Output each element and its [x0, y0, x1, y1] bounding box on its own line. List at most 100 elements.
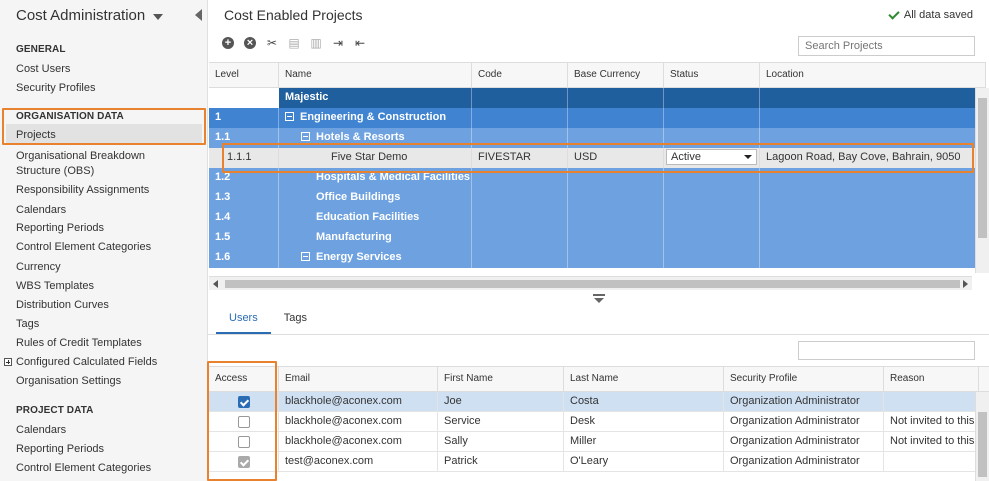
column-header-base-currency[interactable]: Base Currency [568, 63, 664, 87]
level-cell: 1.6 [209, 248, 279, 268]
level-cell: 1.3 [209, 188, 279, 208]
sidebar-item-currency[interactable]: Currency [16, 261, 61, 273]
level-cell: 1.1.1 [209, 148, 279, 168]
app-switcher[interactable]: Cost Administration [16, 7, 164, 24]
name-cell: Manufacturing [279, 228, 472, 248]
pane-splitter-icon[interactable] [593, 294, 605, 304]
sidebar-item-projects[interactable]: Projects [6, 124, 202, 144]
column-header-last-name[interactable]: Last Name [564, 367, 724, 391]
save-status-text: All data saved [903, 9, 973, 21]
name-cell: Education Facilities [279, 208, 472, 228]
table-row[interactable]: Majestic [209, 88, 986, 108]
currency-cell [568, 88, 664, 108]
name-cell: Five Star Demo [279, 148, 472, 168]
table-row[interactable]: 1 Engineering & Construction [209, 108, 986, 128]
table-row[interactable]: 1.2 Hospitals & Medical Facilities [209, 168, 986, 188]
scroll-thumb[interactable] [225, 280, 960, 288]
section-heading-project-data: PROJECT DATA [16, 405, 94, 416]
table-row[interactable]: blackhole@aconex.com Joe Costa Organizat… [209, 392, 989, 412]
scroll-thumb[interactable] [978, 98, 987, 238]
sidebar-item-distribution-curves[interactable]: Distribution Curves [16, 299, 109, 311]
toolbar: + × ✂ ▤ ▥ ⇥ ⇤ [222, 37, 366, 49]
column-header-email[interactable]: Email [279, 367, 438, 391]
column-header-code[interactable]: Code [472, 63, 568, 87]
email-cell: blackhole@aconex.com [279, 412, 438, 431]
access-checkbox[interactable] [237, 416, 250, 428]
collapse-icon[interactable] [301, 252, 310, 261]
table-row[interactable]: 1.3 Office Buildings [209, 188, 986, 208]
indent-icon[interactable]: ⇥ [332, 37, 344, 49]
users-vertical-scrollbar[interactable] [975, 392, 989, 481]
table-row[interactable]: 1.6 Energy Services [209, 248, 986, 268]
name-text: Hotels & Resorts [316, 131, 405, 143]
sidebar-item-security-profiles[interactable]: Security Profiles [16, 82, 95, 94]
sidebar-item-wbs-templates[interactable]: WBS Templates [16, 280, 94, 292]
main-panel: Cost Enabled Projects All data saved + ×… [208, 0, 989, 481]
projects-horizontal-scrollbar[interactable] [209, 276, 972, 290]
remove-icon[interactable]: × [244, 37, 256, 49]
users-grid: Access Email First Name Last Name Securi… [209, 366, 989, 472]
table-row[interactable]: 1.1 Hotels & Resorts [209, 128, 986, 148]
table-row[interactable]: 1.5 Manufacturing [209, 228, 986, 248]
name-cell: Office Buildings [279, 188, 472, 208]
search-projects-input[interactable] [798, 36, 975, 56]
access-checkbox[interactable] [237, 396, 250, 408]
last-name-cell: Desk [564, 412, 724, 431]
scroll-right-icon[interactable] [963, 280, 968, 288]
column-header-first-name[interactable]: First Name [438, 367, 564, 391]
projects-vertical-scrollbar[interactable] [975, 88, 989, 273]
sidebar-item-project-calendars[interactable]: Calendars [16, 424, 66, 436]
sidebar-item-obs-line2[interactable]: Structure (OBS) [16, 165, 94, 177]
table-row-selected[interactable]: 1.1.1 Five Star Demo FIVESTAR USD Active… [209, 148, 986, 168]
column-header-name[interactable]: Name [279, 63, 472, 87]
table-row[interactable]: 1.4 Education Facilities [209, 208, 986, 228]
status-value: Active [671, 151, 701, 163]
cut-icon[interactable]: ✂ [266, 37, 278, 49]
sidebar-item-project-control-element-categories[interactable]: Control Element Categories [16, 462, 151, 474]
access-checkbox[interactable] [237, 436, 250, 448]
paste-icon[interactable]: ▥ [310, 37, 322, 49]
detail-tabs: Users Tags [208, 306, 989, 335]
sidebar-item-rules-of-credit-templates[interactable]: Rules of Credit Templates [16, 337, 142, 349]
column-header-location[interactable]: Location [760, 63, 986, 87]
column-header-access[interactable]: Access [209, 367, 279, 391]
sidebar-item-organisation-settings[interactable]: Organisation Settings [16, 375, 121, 387]
sidebar-item-configured-calculated-fields[interactable]: Configured Calculated Fields [16, 356, 157, 368]
outdent-icon[interactable]: ⇤ [354, 37, 366, 49]
sidebar: Cost Administration GENERAL Cost Users S… [0, 0, 208, 481]
column-header-reason[interactable]: Reason [884, 367, 979, 391]
column-header-status[interactable]: Status [664, 63, 760, 87]
sidebar-item-responsibility-assignments[interactable]: Responsibility Assignments [16, 184, 149, 196]
copy-icon[interactable]: ▤ [288, 37, 300, 49]
scroll-left-icon[interactable] [213, 280, 218, 288]
column-header-security-profile[interactable]: Security Profile [724, 367, 884, 391]
level-cell: 1.2 [209, 168, 279, 188]
scroll-thumb[interactable] [978, 412, 987, 477]
table-row[interactable]: blackhole@aconex.com Sally Miller Organi… [209, 432, 989, 452]
name-cell: Hospitals & Medical Facilities [279, 168, 472, 188]
currency-cell: USD [568, 148, 664, 168]
sidebar-item-cost-users[interactable]: Cost Users [16, 63, 70, 75]
expand-icon[interactable] [4, 358, 12, 366]
status-dropdown[interactable]: Active [666, 149, 757, 165]
sidebar-item-control-element-categories[interactable]: Control Element Categories [16, 241, 151, 253]
tab-users[interactable]: Users [216, 306, 271, 334]
table-row[interactable]: test@aconex.com Patrick O'Leary Organiza… [209, 452, 989, 472]
collapse-icon[interactable] [301, 132, 310, 141]
security-profile-cell: Organization Administrator [724, 392, 884, 411]
security-profile-cell: Organization Administrator [724, 432, 884, 451]
column-header-level[interactable]: Level [209, 63, 279, 87]
sidebar-item-calendars[interactable]: Calendars [16, 204, 66, 216]
add-icon[interactable]: + [222, 37, 234, 49]
table-row[interactable]: blackhole@aconex.com Service Desk Organi… [209, 412, 989, 432]
collapse-icon[interactable] [285, 112, 294, 121]
sidebar-item-project-reporting-periods[interactable]: Reporting Periods [16, 443, 104, 455]
search-users-input[interactable] [798, 341, 975, 360]
sidebar-item-reporting-periods[interactable]: Reporting Periods [16, 222, 104, 234]
tab-tags[interactable]: Tags [271, 306, 320, 334]
access-checkbox-disabled [237, 456, 250, 468]
sidebar-item-obs[interactable]: Organisational Breakdown [16, 150, 145, 162]
sidebar-item-tags[interactable]: Tags [16, 318, 39, 330]
collapse-sidebar-icon[interactable] [195, 9, 202, 21]
location-cell [760, 88, 986, 108]
